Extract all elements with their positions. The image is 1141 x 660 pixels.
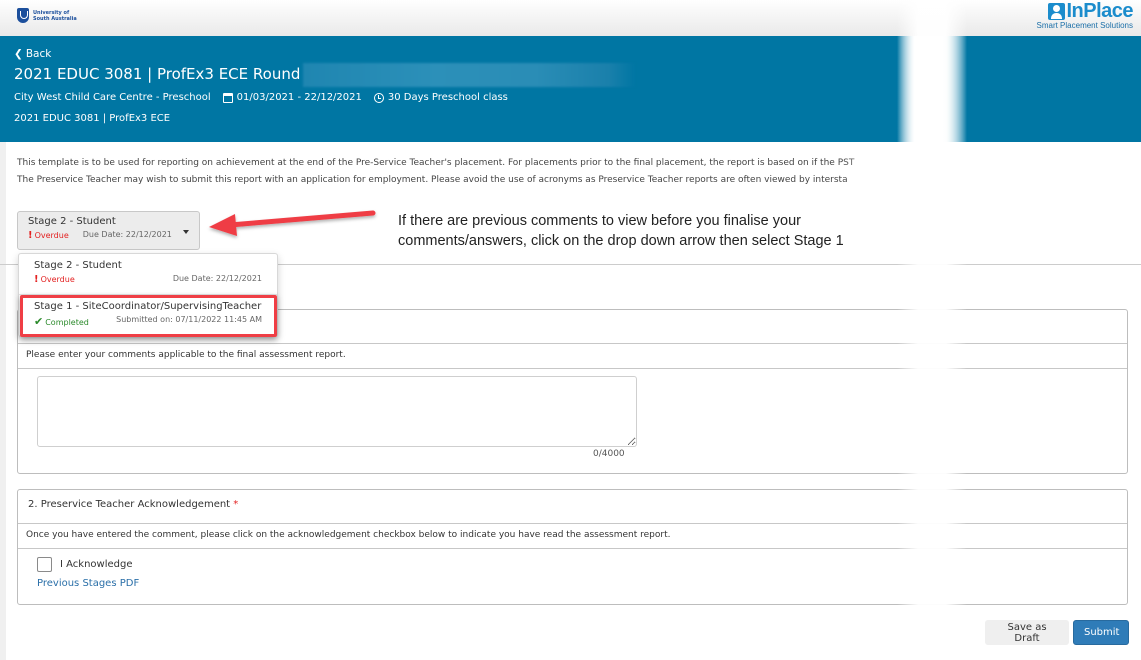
university-logo[interactable]: University of South Australia	[17, 8, 77, 23]
page-title: 2021 EDUC 3081 | ProfEx3 ECE Round 1 -	[14, 65, 325, 83]
comments-textarea[interactable]	[37, 376, 637, 447]
option-title: Stage 1 - SiteCoordinator/SupervisingTea…	[34, 301, 262, 312]
selected-stage-title: Stage 2 - Student	[28, 216, 116, 227]
previous-stages-pdf-link[interactable]: Previous Stages PDF	[37, 578, 139, 589]
stage-option-1[interactable]: Stage 1 - SiteCoordinator/SupervisingTea…	[19, 294, 277, 334]
clock-icon	[373, 92, 384, 103]
top-bar: University of South Australia InPlace Sm…	[0, 0, 1141, 36]
option-meta: Due Date: 22/12/2021	[172, 274, 262, 283]
placement-meta: City West Child Care Centre - Preschool …	[14, 92, 508, 103]
inplace-logo[interactable]: InPlace Smart Placement Solutions	[1037, 1, 1134, 30]
annotation-line-2: comments/answers, click on the drop down…	[398, 233, 844, 249]
course-subtitle: 2021 EDUC 3081 | ProfEx3 ECE	[14, 113, 171, 124]
question-panel-acknowledgement: 2. Preservice Teacher Acknowledgement * …	[17, 489, 1128, 605]
caret-down-icon[interactable]	[183, 230, 189, 234]
text-fade	[840, 150, 940, 190]
submit-button[interactable]: Submit	[1073, 620, 1129, 645]
university-shield-icon	[17, 8, 29, 23]
character-counter: 0/4000	[593, 449, 625, 459]
stage-option-2[interactable]: Stage 2 - Student ! Overdue Due Date: 22/…	[19, 254, 277, 294]
chevron-left-icon: ❮	[14, 48, 23, 60]
exclamation-icon: !	[34, 274, 39, 285]
option-title: Stage 2 - Student	[34, 260, 122, 271]
placement-header: ❮ Back 2021 EDUC 3081 | ProfEx3 ECE Round…	[0, 36, 1141, 142]
save-as-draft-button[interactable]: Save as Draft	[985, 620, 1069, 645]
option-meta: Submitted on: 07/11/2022 11:45 AM	[116, 315, 262, 324]
annotation-arrow-icon	[209, 210, 376, 236]
left-gutter	[0, 142, 6, 660]
acknowledge-checkbox[interactable]	[37, 557, 52, 572]
intro-line-2: The Preservice Teacher may wish to submi…	[17, 175, 848, 185]
location: City West Child Care Centre - Preschool	[14, 92, 211, 103]
divider	[0, 264, 18, 265]
divider	[200, 264, 1141, 265]
exclamation-icon: !	[28, 230, 33, 241]
question-description: Once you have entered the comment, pleas…	[18, 524, 1127, 549]
question-title: 2. Preservice Teacher Acknowledgement	[28, 499, 231, 510]
redacted-name	[303, 63, 635, 87]
back-link[interactable]: ❮ Back	[14, 48, 51, 60]
due-date: Due Date: 22/12/2021	[82, 230, 172, 239]
annotation-line-1: If there are previous comments to view b…	[398, 213, 801, 229]
brand-name: InPlace	[1066, 0, 1133, 22]
date-range: 01/03/2021 - 22/12/2021	[236, 92, 362, 103]
duration: 30 Days Preschool class	[387, 92, 508, 103]
university-logo-line2: South Australia	[33, 15, 77, 22]
calendar-icon	[222, 92, 233, 103]
required-marker: *	[233, 499, 239, 510]
overdue-status: Overdue	[34, 231, 69, 240]
back-label: Back	[25, 48, 52, 60]
intro-line-1: This template is to be used for reportin…	[17, 158, 855, 168]
person-icon	[1048, 2, 1066, 20]
option-status: Overdue	[40, 275, 75, 284]
option-status: Completed	[45, 318, 89, 327]
stage-dropdown[interactable]: Stage 2 - Student ! Overdue Due Date: 22/…	[17, 211, 200, 250]
question-description: Please enter your comments applicable to…	[18, 344, 1127, 369]
template-intro: This template is to be used for reportin…	[17, 155, 854, 189]
acknowledge-checkbox-row[interactable]: I Acknowledge	[37, 557, 133, 572]
stage-dropdown-menu: Stage 2 - Student ! Overdue Due Date: 22/…	[18, 253, 278, 337]
brand-tagline: Smart Placement Solutions	[1036, 21, 1134, 30]
acknowledge-label: I Acknowledge	[60, 559, 133, 570]
checkmark-icon: ✔	[34, 315, 44, 328]
annotation-text: If there are previous comments to view b…	[398, 211, 844, 251]
